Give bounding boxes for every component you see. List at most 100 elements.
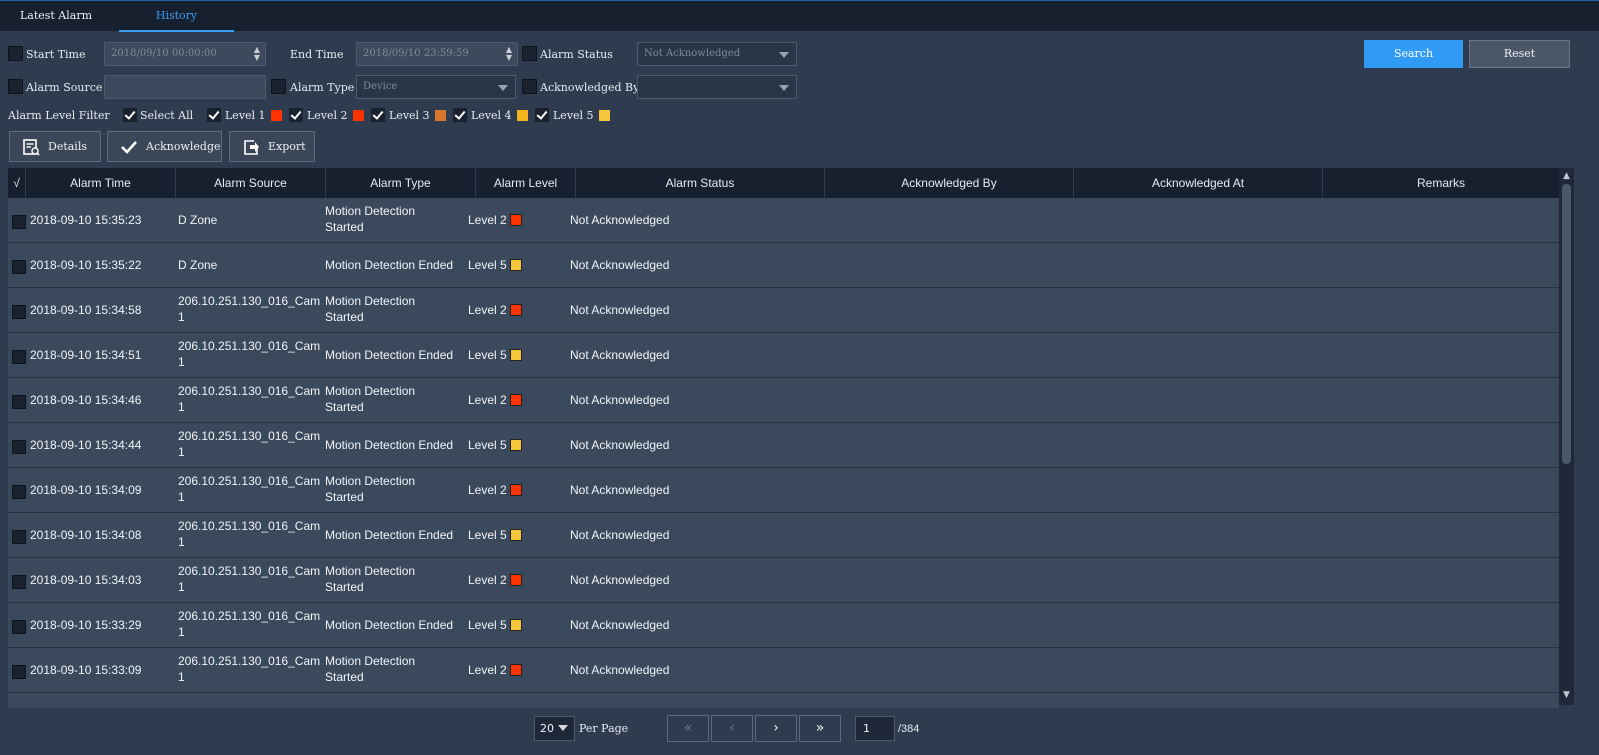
- alarm-status-cell: Not Acknowledged: [570, 213, 670, 227]
- table-row[interactable]: 2018-09-10 15:34:09 206.10.251.130_016_Ca…: [8, 468, 1559, 513]
- next-page-button[interactable]: ›: [755, 715, 797, 742]
- alarm-source-cell: 206.10.251.130_016_Cam 1: [178, 518, 326, 550]
- acknowledged-by-checkbox[interactable]: [522, 79, 537, 94]
- start-time-input[interactable]: 2018/09/10 00:00:00 ▲ ▼: [104, 42, 266, 66]
- acknowledged-by-select[interactable]: [637, 75, 797, 99]
- alarm-type-cell: Motion Detection Started: [325, 653, 475, 685]
- alarm-time-cell: 2018-09-10 15:34:09: [30, 483, 142, 497]
- chevron-down-icon: [779, 52, 789, 58]
- table-row[interactable]: 2018-09-10 15:34:44 206.10.251.130_016_Ca…: [8, 423, 1559, 468]
- level-5-swatch: [599, 110, 610, 121]
- page-number-input[interactable]: 1: [855, 716, 895, 741]
- table-row[interactable]: 2018-09-10 15:34:08 206.10.251.130_016_Ca…: [8, 513, 1559, 558]
- alarm-source-input[interactable]: [104, 75, 266, 99]
- row-checkbox[interactable]: [12, 665, 26, 679]
- level-4-checkbox[interactable]: [453, 108, 467, 122]
- alarm-status-cell: Not Acknowledged: [570, 528, 670, 542]
- first-page-button[interactable]: «: [667, 715, 709, 742]
- reset-button[interactable]: Reset: [1469, 40, 1570, 68]
- export-button[interactable]: Export: [229, 131, 315, 162]
- alarm-status-select[interactable]: Not Acknowledged: [637, 42, 797, 66]
- alarm-source-line: 206.10.251.130_016_Cam: [178, 294, 321, 308]
- alarm-type-cell: Motion Detection Started: [325, 293, 475, 325]
- tab-history[interactable]: History: [119, 1, 234, 32]
- row-checkbox[interactable]: [12, 620, 26, 634]
- start-time-checkbox[interactable]: [8, 46, 23, 61]
- select-all-checkbox[interactable]: [123, 108, 137, 122]
- table-row[interactable]: 2018-09-10 15:35:22 D Zone Motion Detectio…: [8, 243, 1559, 288]
- alarm-source-line: 206.10.251.130_016_Cam: [178, 339, 321, 353]
- scroll-down-icon[interactable]: ▼: [1561, 690, 1572, 701]
- table-row[interactable]: 2018-09-10 15:34:51 206.10.251.130_016_Ca…: [8, 333, 1559, 378]
- alarm-status-cell: Not Acknowledged: [570, 483, 670, 497]
- row-checkbox[interactable]: [12, 260, 26, 274]
- alarm-level-cell: Level 2: [468, 482, 568, 498]
- table-row[interactable]: 2018-09-10 15:33:09 206.10.251.130_016_Ca…: [8, 648, 1559, 693]
- start-time-spinner-icon[interactable]: ▲ ▼: [254, 46, 260, 62]
- acknowledge-button[interactable]: Acknowledge: [107, 131, 222, 162]
- level-3-swatch: [435, 110, 446, 121]
- tab-latest-alarm[interactable]: Latest Alarm: [0, 1, 112, 32]
- table-row[interactable]: 2018-09-10 15:34:58 206.10.251.130_016_Ca…: [8, 288, 1559, 333]
- col-alarm-time[interactable]: Alarm Time: [26, 168, 176, 198]
- level-color-swatch: [509, 574, 522, 586]
- alarm-level-text: Level 5: [468, 528, 507, 542]
- alarm-level-text: Level 5: [468, 438, 507, 452]
- alarm-type-cell: Motion Detection Ended: [325, 347, 475, 363]
- col-acknowledged-by[interactable]: Acknowledged By: [825, 168, 1074, 198]
- table-row[interactable]: 2018-09-10 15:34:46 206.10.251.130_016_Ca…: [8, 378, 1559, 423]
- level-1-swatch: [271, 110, 282, 121]
- alarm-type-line: Motion Detection Ended: [325, 438, 454, 452]
- table-row[interactable]: 2018-09-10 15:35:23 D Zone Motion Detectio…: [8, 198, 1559, 243]
- end-time-input[interactable]: 2018/09/10 23:59:59 ▲ ▼: [356, 42, 518, 66]
- level-2-swatch: [353, 110, 364, 121]
- col-remarks[interactable]: Remarks: [1323, 168, 1559, 198]
- scroll-up-icon[interactable]: ▲: [1561, 171, 1572, 182]
- alarm-source-label: Alarm Source: [26, 81, 103, 94]
- level-1-checkbox[interactable]: [207, 108, 221, 122]
- alarm-source-line: 1: [178, 625, 185, 639]
- details-button[interactable]: Details: [9, 131, 101, 162]
- level-2-checkbox[interactable]: [289, 108, 303, 122]
- alarm-type-line: Motion Detection: [325, 474, 416, 488]
- row-checkbox[interactable]: [12, 395, 26, 409]
- alarm-source-cell: 206.10.251.130_016_Cam 1: [178, 608, 326, 640]
- search-button[interactable]: Search: [1364, 40, 1463, 68]
- row-checkbox[interactable]: [12, 530, 26, 544]
- alarm-source-cell: 206.10.251.130_016_Cam 1: [178, 653, 326, 685]
- row-checkbox[interactable]: [12, 305, 26, 319]
- alarm-type-select[interactable]: Device: [356, 75, 516, 99]
- alarm-type-line: Motion Detection: [325, 204, 416, 218]
- row-checkbox[interactable]: [12, 575, 26, 589]
- last-page-button[interactable]: »: [799, 715, 841, 742]
- row-checkbox[interactable]: [12, 440, 26, 454]
- col-acknowledged-at[interactable]: Acknowledged At: [1074, 168, 1323, 198]
- scrollbar-thumb[interactable]: [1562, 184, 1571, 464]
- table-row[interactable]: 2018-09-10 15:33:29 206.10.251.130_016_Ca…: [8, 603, 1559, 648]
- level-3-checkbox[interactable]: [371, 108, 385, 122]
- col-alarm-source[interactable]: Alarm Source: [176, 168, 326, 198]
- alarm-source-checkbox[interactable]: [8, 79, 23, 94]
- alarm-time-cell: 2018-09-10 15:34:46: [30, 393, 142, 407]
- alarm-type-line: Motion Detection Ended: [325, 528, 454, 542]
- row-checkbox[interactable]: [12, 485, 26, 499]
- prev-page-button[interactable]: ‹: [711, 715, 753, 742]
- start-time-label: Start Time: [26, 48, 86, 61]
- per-page-select[interactable]: 20: [534, 716, 575, 741]
- alarm-status-checkbox[interactable]: [522, 46, 537, 61]
- alarm-type-checkbox[interactable]: [271, 79, 286, 94]
- level-5-checkbox[interactable]: [535, 108, 549, 122]
- total-pages: /384: [898, 723, 920, 735]
- select-column-header[interactable]: √: [8, 168, 26, 198]
- vertical-scrollbar[interactable]: ▲ ▼: [1559, 168, 1574, 705]
- col-alarm-type[interactable]: Alarm Type: [326, 168, 476, 198]
- level-color-swatch: [509, 484, 522, 496]
- alarm-source-line: 1: [178, 445, 185, 459]
- alarm-level-cell: Level 5: [468, 257, 568, 273]
- row-checkbox[interactable]: [12, 350, 26, 364]
- end-time-spinner-icon[interactable]: ▲ ▼: [506, 46, 512, 62]
- col-alarm-level[interactable]: Alarm Level: [476, 168, 576, 198]
- table-row[interactable]: 2018-09-10 15:34:03 206.10.251.130_016_Ca…: [8, 558, 1559, 603]
- col-alarm-status[interactable]: Alarm Status: [576, 168, 825, 198]
- row-checkbox[interactable]: [12, 215, 26, 229]
